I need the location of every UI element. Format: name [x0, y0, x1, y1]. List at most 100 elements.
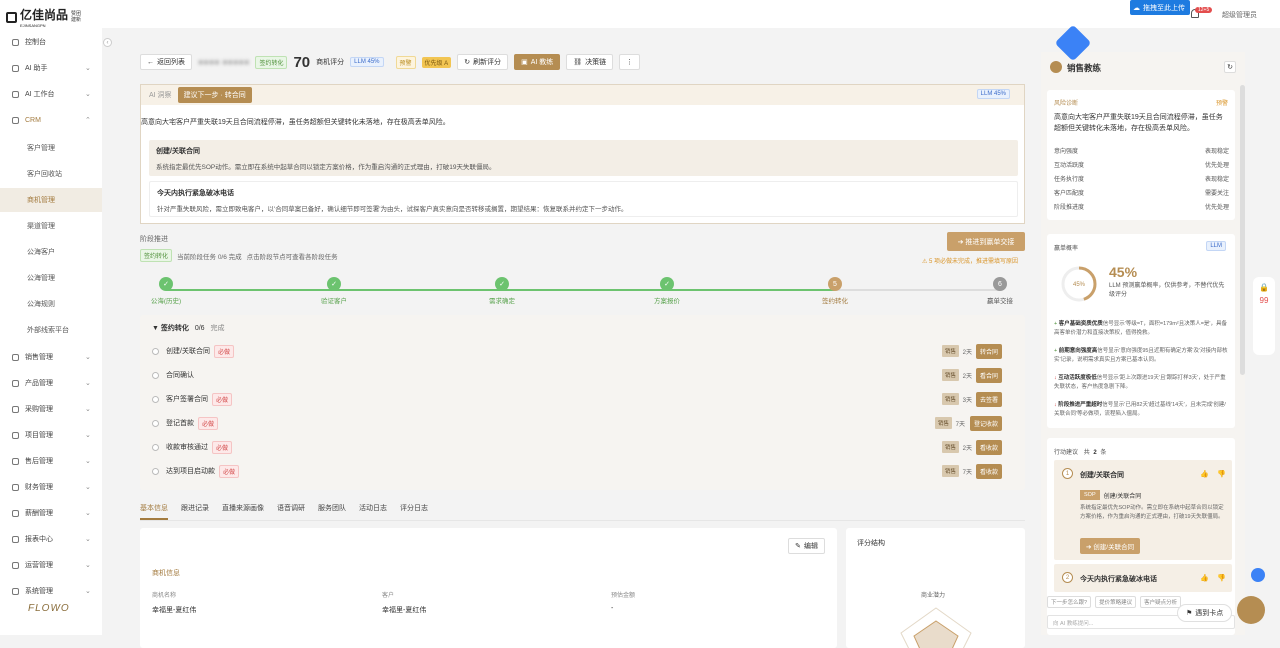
- sidebar-subitem-0[interactable]: 客户管理: [0, 136, 102, 160]
- user-name[interactable]: 超级管理员: [1222, 10, 1257, 20]
- task-action-button[interactable]: 登记收款: [969, 415, 1002, 431]
- sidebar-item-6[interactable]: 采购管理 ⌄: [0, 397, 102, 421]
- back-button[interactable]: ← 返回列表: [140, 54, 192, 70]
- sidebar-item-3[interactable]: CRM ⌃: [0, 108, 102, 132]
- collapse-sidebar-icon[interactable]: ‹: [103, 38, 112, 47]
- sidebar-item-1[interactable]: AI 助手 ⌄: [0, 56, 102, 80]
- quick-question[interactable]: 提价策略建议: [1095, 596, 1137, 608]
- sidebar-subitem-2[interactable]: 商机管理: [0, 188, 102, 212]
- sidebar-subitem-6[interactable]: 公海规则: [0, 292, 102, 316]
- ai-coach-button[interactable]: ▣ AI 教练: [514, 54, 561, 70]
- side-feedback-widget[interactable]: 🔒 99: [1253, 277, 1275, 355]
- task-action-button[interactable]: 看合同: [975, 367, 1002, 383]
- sidebar-item-0[interactable]: 控制台: [0, 30, 102, 54]
- sidebar-item-7[interactable]: 项目管理 ⌄: [0, 423, 102, 447]
- quick-question[interactable]: 下一步怎么跟?: [1047, 596, 1092, 608]
- help-float-icon[interactable]: [1251, 568, 1265, 582]
- coach-scrollbar[interactable]: [1240, 85, 1245, 375]
- tab-0[interactable]: 基本信息: [140, 503, 168, 520]
- task-checkbox[interactable]: [152, 443, 159, 451]
- sidebar-item-12[interactable]: 运营管理 ⌄: [0, 553, 102, 577]
- win-probability-gauge: 45%: [1061, 266, 1097, 302]
- tab-2[interactable]: 直播来源画像: [222, 503, 264, 520]
- stage-step-1[interactable]: ✓ 验证客户: [299, 277, 369, 305]
- stage-step-3[interactable]: ✓ 方案报价: [632, 277, 702, 305]
- task-name: 达到项目启动款: [166, 468, 215, 475]
- tab-ai-insight[interactable]: AI 洞察: [149, 90, 172, 100]
- sidebar-item-13[interactable]: 系统管理 ⌄: [0, 579, 102, 603]
- thumbs-up-icon[interactable]: 👍: [1200, 470, 1209, 478]
- task-role: 销售: [941, 369, 959, 381]
- advance-stage-button[interactable]: ➔ 推进到赢单交接: [947, 232, 1025, 251]
- sidebar-item-2[interactable]: AI 工作台 ⌄: [0, 82, 102, 106]
- tab-next-step[interactable]: 建议下一步 · 转合同: [177, 87, 252, 103]
- sidebar-item-10[interactable]: 薪酬管理 ⌄: [0, 501, 102, 525]
- tab-5[interactable]: 活动日志: [359, 503, 387, 520]
- task-action-button[interactable]: 看收款: [975, 463, 1002, 479]
- sidebar-subitem-7[interactable]: 外部线索平台: [0, 318, 102, 342]
- sidebar-subitem-3[interactable]: 渠道管理: [0, 214, 102, 238]
- coach-logo-icon: [1050, 61, 1062, 73]
- tab-6[interactable]: 评分日志: [400, 503, 428, 520]
- task-action-button[interactable]: 转合同: [975, 343, 1002, 359]
- sidebar-item-5[interactable]: 产品管理 ⌄: [0, 371, 102, 395]
- tab-4[interactable]: 服务团队: [318, 503, 346, 520]
- ai-item-1[interactable]: 创建/关联合同 系统指定最优先SOP动作。需立即在系统中起草合同以锁定方案价格，…: [149, 140, 1018, 176]
- stage-section: 阶段推进 签约转化 当前阶段任务 0/6 完成 点击阶段节点可查看各阶段任务 ➔…: [140, 232, 1025, 265]
- purchase-icon: [12, 405, 19, 413]
- sidebar-subitem-1[interactable]: 客户回收站: [0, 162, 102, 186]
- more-button[interactable]: ⋮: [619, 54, 641, 70]
- sidebar-item-8[interactable]: 售后管理 ⌄: [0, 449, 102, 473]
- sidebar-subitem-label: 公海规则: [27, 301, 55, 308]
- ai-item-title: 创建/关联合同: [156, 148, 200, 155]
- thumbs-up-icon[interactable]: 👍: [1200, 574, 1209, 582]
- sidebar-item-11[interactable]: 报表中心 ⌄: [0, 527, 102, 551]
- stage-step-4[interactable]: 5 签约转化: [800, 277, 870, 305]
- sidebar-item-label: AI 工作台: [25, 91, 55, 98]
- chat-fab-icon[interactable]: [1237, 596, 1265, 624]
- stage-step-2[interactable]: ✓ 需求确定: [467, 277, 537, 305]
- finance-icon: [12, 483, 19, 491]
- brand-logo[interactable]: 亿佳尚品 EJINSANGPN 赞团 建新: [6, 6, 81, 28]
- opportunity-info-card: ✎ 编辑 商机信息 商机名称 幸福里-夏红伟 客户 幸福里-夏红伟 预估金额 -: [140, 528, 837, 648]
- refresh-score-button[interactable]: ↻ 刷新评分: [457, 54, 509, 70]
- upload-label: 拖拽至此上传: [1143, 4, 1185, 12]
- stage-step-5[interactable]: 6 赢单交接: [965, 277, 1035, 305]
- sidebar-item-9[interactable]: 财务管理 ⌄: [0, 475, 102, 499]
- task-checkbox[interactable]: [152, 467, 159, 475]
- sidebar-item-4[interactable]: 销售管理 ⌄: [0, 345, 102, 369]
- upload-button[interactable]: ☁ 拖拽至此上传: [1130, 0, 1190, 15]
- task-list-header[interactable]: ▼ 签约转化 0/6 完成: [152, 323, 225, 333]
- task-action-button[interactable]: 看收款: [975, 439, 1002, 455]
- sidebar-item-label: 薪酬管理: [25, 510, 53, 517]
- coach-refresh-icon[interactable]: ↻: [1224, 61, 1236, 73]
- task-checkbox[interactable]: [152, 347, 159, 355]
- edit-button[interactable]: ✎ 编辑: [788, 538, 825, 554]
- quick-question[interactable]: 客户疑点分析: [1140, 596, 1182, 608]
- task-checkbox[interactable]: [152, 371, 159, 379]
- ai-item-2[interactable]: 今天内执行紧急破冰电话 针对严重失联风险，需立即致电客户，以'合同草案已备好，确…: [149, 181, 1018, 217]
- chevron-down-icon: ⌄: [85, 380, 91, 387]
- task-checkbox[interactable]: [152, 419, 159, 427]
- task-row: 登记首款 必做 销售 7天 登记收款: [152, 413, 1014, 433]
- stage-progress: 当前阶段任务 0/6 完成: [177, 253, 242, 261]
- tab-1[interactable]: 跟进记录: [181, 503, 209, 520]
- stage-step-0[interactable]: ✓ 公海(历史): [131, 277, 201, 305]
- create-contract-button[interactable]: ➔ 创建/关联合同: [1080, 538, 1141, 554]
- refresh-icon: ↻: [464, 59, 471, 66]
- tab-3[interactable]: 语音调研: [277, 503, 305, 520]
- thumbs-down-icon[interactable]: 👎: [1217, 574, 1226, 582]
- sales-icon: [12, 353, 19, 361]
- decision-chain-button[interactable]: ⛓ 决策链: [566, 54, 614, 70]
- task-checkbox[interactable]: [152, 395, 159, 403]
- sidebar-subitem-4[interactable]: 公海客户: [0, 240, 102, 264]
- risk-value: 优先处理: [1204, 205, 1229, 211]
- task-action-button[interactable]: 去签署: [975, 391, 1002, 407]
- prob-heading: 赢单概率: [1054, 246, 1079, 252]
- sidebar-subitem-5[interactable]: 公海管理: [0, 266, 102, 290]
- required-tag: 必做: [213, 344, 234, 358]
- stage-task-list: ▼ 签约转化 0/6 完成 创建/关联合同 必做 销售 2天 转合同 合同确认 销售 2天 看合…: [140, 315, 1025, 490]
- thumbs-down-icon[interactable]: 👎: [1217, 470, 1226, 478]
- task-row: 收款审核通过 必做 销售 2天 看收款: [152, 437, 1014, 457]
- stuck-button[interactable]: ⚑ 遇到卡点: [1177, 604, 1233, 622]
